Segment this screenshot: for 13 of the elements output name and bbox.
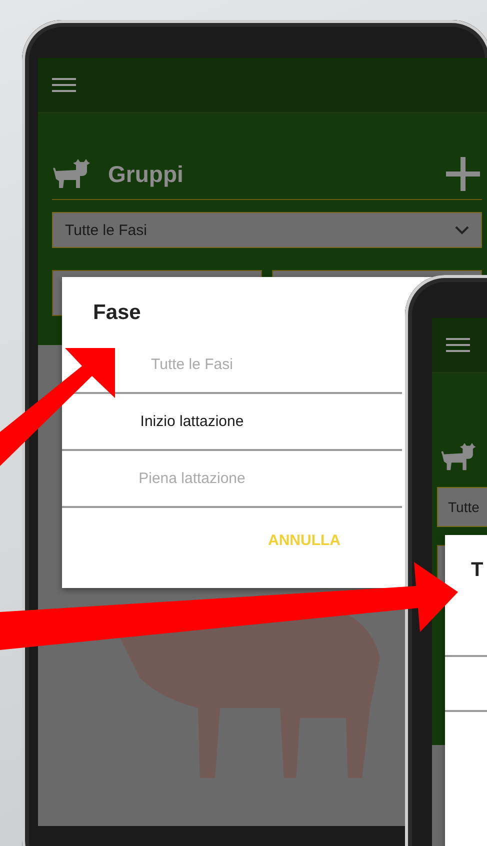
menu-icon[interactable]: [52, 78, 76, 92]
dialog-title: T: [471, 559, 484, 582]
plus-icon[interactable]: [444, 155, 482, 193]
chevron-down-icon: [455, 226, 469, 234]
cow-icon: [52, 159, 90, 189]
page-title: Gruppi: [108, 160, 184, 188]
cow-icon: [440, 443, 476, 471]
dialog-title: Fase: [93, 300, 142, 326]
phase-dropdown[interactable]: Tutte: [437, 487, 487, 527]
phase-dropdown[interactable]: Tutte le Fasi: [52, 212, 482, 248]
menu-icon[interactable]: [446, 338, 470, 352]
phase-option[interactable]: Tutte le Fasi: [62, 337, 402, 394]
phase-option[interactable]: Piena lattazione: [62, 451, 402, 508]
